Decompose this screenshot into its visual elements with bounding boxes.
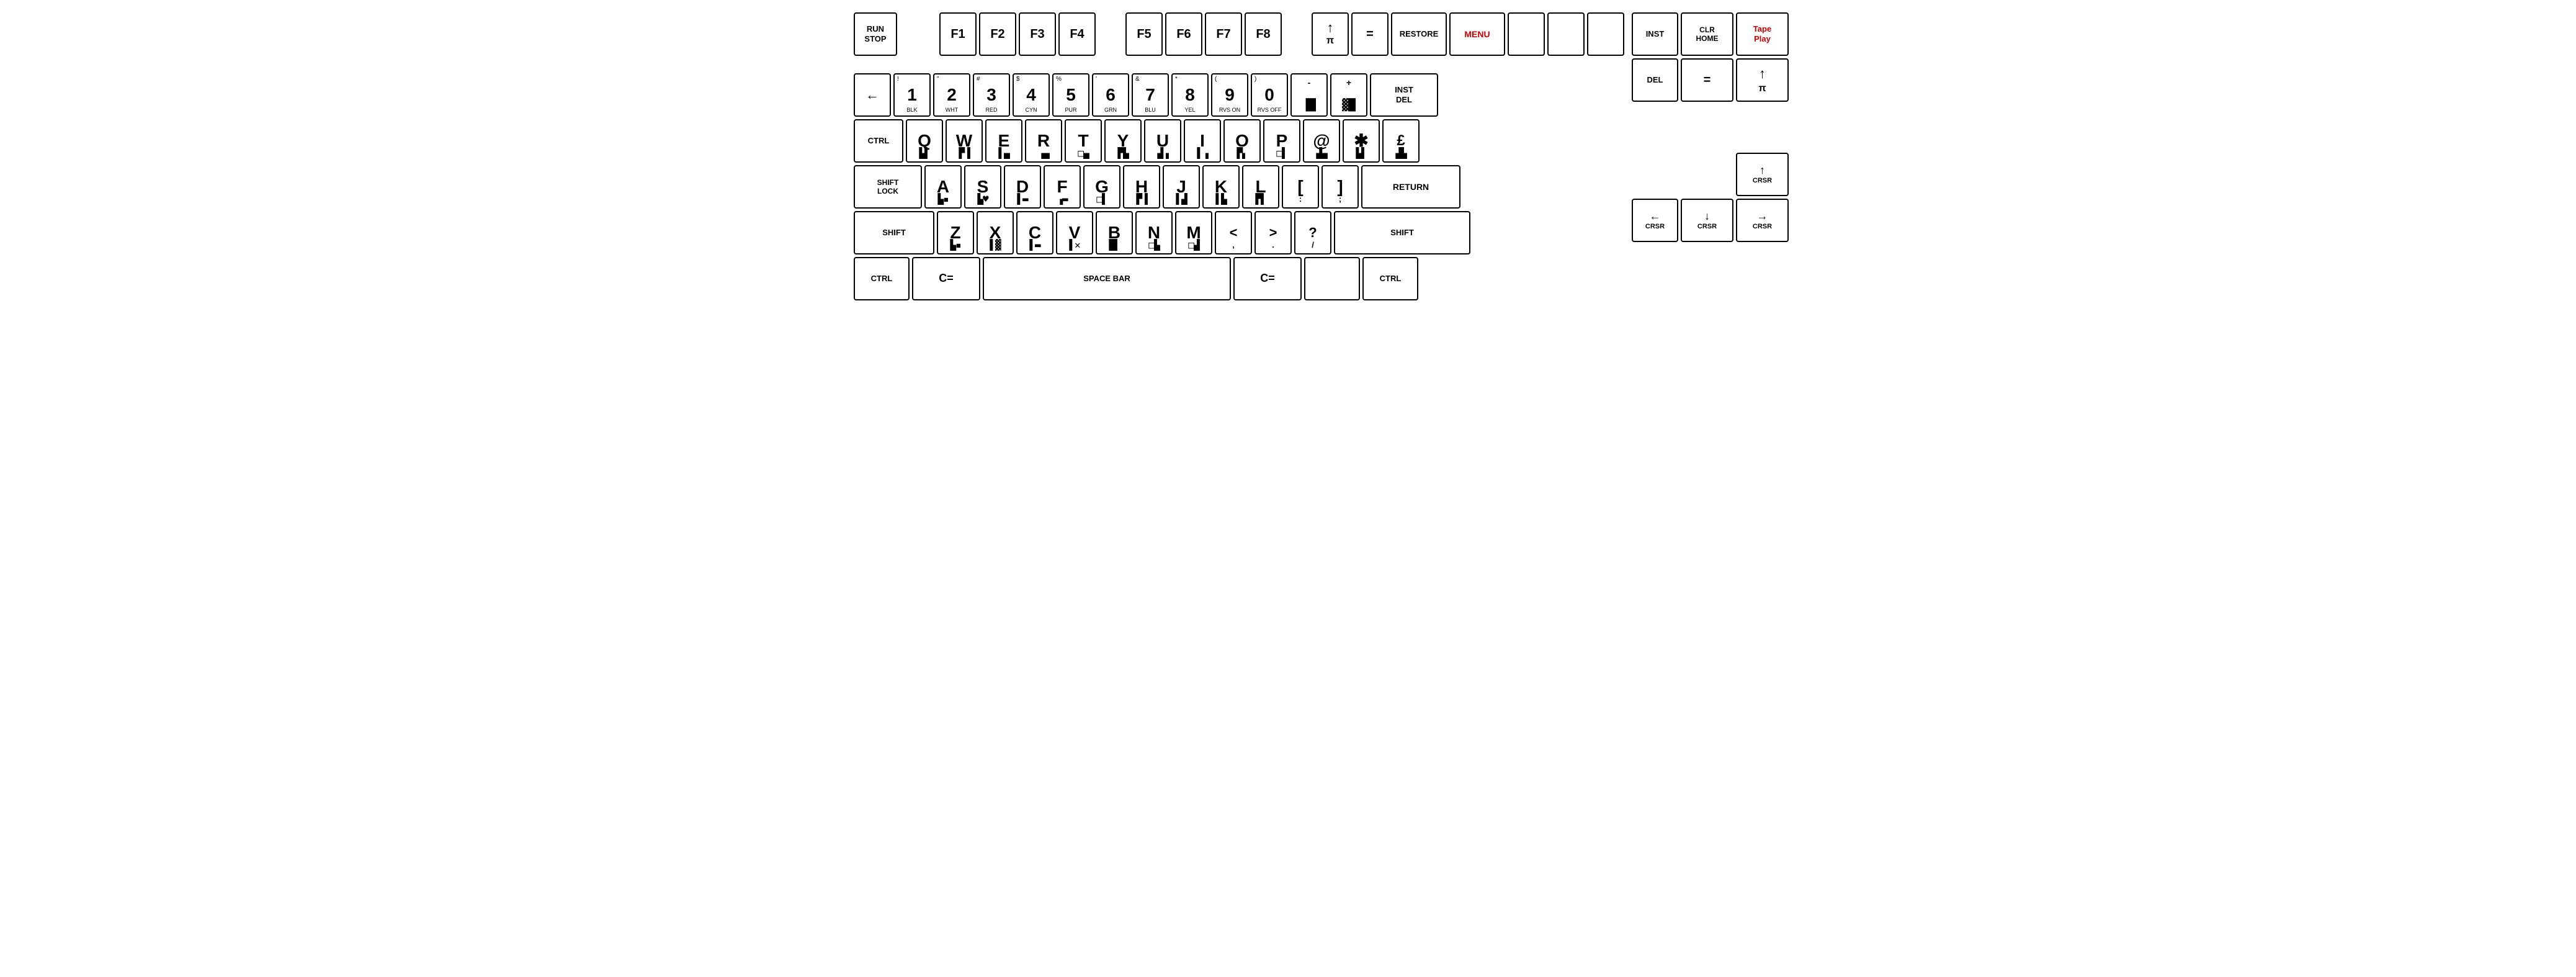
key-5[interactable]: % 5 PUR [1052, 73, 1089, 117]
key-period[interactable]: > . [1254, 211, 1292, 254]
crsr-left-key[interactable]: ← CRSR [1632, 199, 1678, 242]
key-y[interactable]: Y ▛▙ [1104, 119, 1142, 163]
key-c[interactable]: C ▌▬ [1016, 211, 1053, 254]
up-arrow-right-key[interactable]: ↑ π [1736, 58, 1789, 102]
top-function-row: RUN STOP F1 F2 F3 F4 F5 F6 F7 F8 ↑ π = R… [854, 12, 1624, 56]
key-v[interactable]: V ▌✕ [1056, 211, 1093, 254]
key-p[interactable]: P □▌ [1263, 119, 1300, 163]
key-6[interactable]: ' 6 GRN [1092, 73, 1129, 117]
ctrl-left-key[interactable]: CTRL [854, 119, 903, 163]
key-g[interactable]: G □▌ [1083, 165, 1120, 209]
f7-key[interactable]: F7 [1205, 12, 1242, 56]
asdf-row: SHIFT LOCK A ▙▪ S ▙♥ D ▌▬ [854, 165, 1624, 209]
key-j[interactable]: J ▌▟ [1163, 165, 1200, 209]
zxcv-row: SHIFT Z ▙▪ X ▌▓ C ▌▬ V [854, 211, 1624, 254]
equals-fn-key[interactable]: = [1351, 12, 1389, 56]
right-row2: DEL = ↑ π [1632, 58, 1789, 102]
tape-play-key[interactable]: Tape Play [1736, 12, 1789, 56]
equals-right-key[interactable]: = [1681, 58, 1733, 102]
key-4[interactable]: $ 4 CYN [1013, 73, 1050, 117]
key-i[interactable]: I ▌▗ [1184, 119, 1221, 163]
up-arrow-key[interactable]: ↑ π [1312, 12, 1349, 56]
key-a[interactable]: A ▙▪ [924, 165, 962, 209]
menu-key[interactable]: MENU [1449, 12, 1505, 56]
key-slash[interactable]: ? / [1294, 211, 1331, 254]
key-r[interactable]: R ▗▄ [1025, 119, 1062, 163]
run-stop-key[interactable]: RUN STOP [854, 12, 897, 56]
ctrl-bottom-left-key[interactable]: CTRL [854, 257, 910, 300]
key-7[interactable]: & 7 BLU [1132, 73, 1169, 117]
crsr-bottom-row: ← CRSR ↓ CRSR → CRSR [1632, 199, 1789, 242]
key-w[interactable]: W ▛▐ [946, 119, 983, 163]
left-keyboard-section: RUN STOP F1 F2 F3 F4 F5 F6 F7 F8 ↑ π = R… [854, 12, 1624, 300]
f2-key[interactable]: F2 [979, 12, 1016, 56]
shift-left-key[interactable]: SHIFT [854, 211, 934, 254]
crsr-right-key[interactable]: → CRSR [1736, 199, 1789, 242]
space-bar-key[interactable]: SPACE BAR [983, 257, 1231, 300]
key-3[interactable]: # 3 RED [973, 73, 1010, 117]
key-e[interactable]: E ▌▄ [985, 119, 1022, 163]
key-bracket-right[interactable]: ] ; [1322, 165, 1359, 209]
key-1[interactable]: ! 1 BLK [893, 73, 931, 117]
blank-bottom-key[interactable] [1304, 257, 1360, 300]
key-0[interactable]: ) 0 RVS OFF [1251, 73, 1288, 117]
f5-key[interactable]: F5 [1125, 12, 1163, 56]
commodore-right-key[interactable]: C= [1233, 257, 1302, 300]
key-d[interactable]: D ▌▬ [1004, 165, 1041, 209]
key-l[interactable]: L ▛▌ [1242, 165, 1279, 209]
crsr-up-key[interactable]: ↑ CRSR [1736, 153, 1789, 196]
key-k[interactable]: K ▌▙ [1202, 165, 1240, 209]
key-q[interactable]: Q ▙▌ [906, 119, 943, 163]
key-9[interactable]: ( 9 RVS ON [1211, 73, 1248, 117]
key-plus[interactable]: + ▓█ [1330, 73, 1367, 117]
bottom-row: CTRL C= SPACE BAR C= CTRL [854, 257, 1624, 300]
commodore-left-key[interactable]: C= [912, 257, 980, 300]
key-b[interactable]: B █▌ [1096, 211, 1133, 254]
ctrl-bottom-right-key[interactable]: CTRL [1362, 257, 1418, 300]
shift-right-key[interactable]: SHIFT [1334, 211, 1470, 254]
key-u[interactable]: U ▟▗ [1144, 119, 1181, 163]
key-minus[interactable]: - ▐█ [1290, 73, 1328, 117]
left-arrow-key[interactable]: ← [854, 73, 891, 117]
key-n[interactable]: N □▙ [1135, 211, 1173, 254]
crsr-down-key[interactable]: ↓ CRSR [1681, 199, 1733, 242]
inst-key[interactable]: INST [1632, 12, 1678, 56]
key-pound[interactable]: £ ▟▙ [1382, 119, 1420, 163]
f3-key[interactable]: F3 [1019, 12, 1056, 56]
key-comma[interactable]: < , [1215, 211, 1252, 254]
blank-fn-3[interactable] [1587, 12, 1624, 56]
key-8[interactable]: * 8 YEL [1171, 73, 1209, 117]
del-key[interactable]: DEL [1632, 58, 1678, 102]
function-key-row: RUN STOP F1 F2 F3 F4 F5 F6 F7 F8 ↑ π = R… [854, 12, 1722, 300]
key-z[interactable]: Z ▙▪ [937, 211, 974, 254]
f4-key[interactable]: F4 [1058, 12, 1096, 56]
qwerty-row: CTRL Q ▙▌ W ▛▐ E ▌▄ R [854, 119, 1624, 163]
f6-key[interactable]: F6 [1165, 12, 1202, 56]
key-o[interactable]: O ▛▖ [1223, 119, 1261, 163]
f8-key[interactable]: F8 [1245, 12, 1282, 56]
number-row: ← ! 1 BLK " 2 WHT # 3 RED [854, 73, 1624, 117]
crsr-up-row: ↑ CRSR [1632, 153, 1789, 196]
return-key[interactable]: RETURN [1361, 165, 1460, 209]
shift-lock-key[interactable]: SHIFT LOCK [854, 165, 922, 209]
key-bracket-left[interactable]: [ : [1282, 165, 1319, 209]
key-asterisk[interactable]: ✱ ▙▌ [1343, 119, 1380, 163]
blank-fn-1[interactable] [1508, 12, 1545, 56]
key-h[interactable]: H ▛▐ [1123, 165, 1160, 209]
f1-key[interactable]: F1 [939, 12, 977, 56]
restore-key[interactable]: RESTORE [1391, 12, 1447, 56]
key-t[interactable]: T □▄ [1065, 119, 1102, 163]
right-top-row: INST CLR HOME Tape Play [1632, 12, 1789, 56]
key-s[interactable]: S ▙♥ [964, 165, 1001, 209]
blank-fn-2[interactable] [1547, 12, 1585, 56]
keyboard-layout: RUN STOP F1 F2 F3 F4 F5 F6 F7 F8 ↑ π = R… [854, 12, 1722, 300]
key-2[interactable]: " 2 WHT [933, 73, 970, 117]
inst-del-key[interactable]: INST DEL [1370, 73, 1438, 117]
key-f[interactable]: F ▗▬ [1044, 165, 1081, 209]
key-x[interactable]: X ▌▓ [977, 211, 1014, 254]
right-panel: INST CLR HOME Tape Play DEL = ↑ [1632, 12, 1789, 242]
clr-home-key[interactable]: CLR HOME [1681, 12, 1733, 56]
key-m[interactable]: M □▟ [1175, 211, 1212, 254]
key-at[interactable]: @ ▟▄ [1303, 119, 1340, 163]
